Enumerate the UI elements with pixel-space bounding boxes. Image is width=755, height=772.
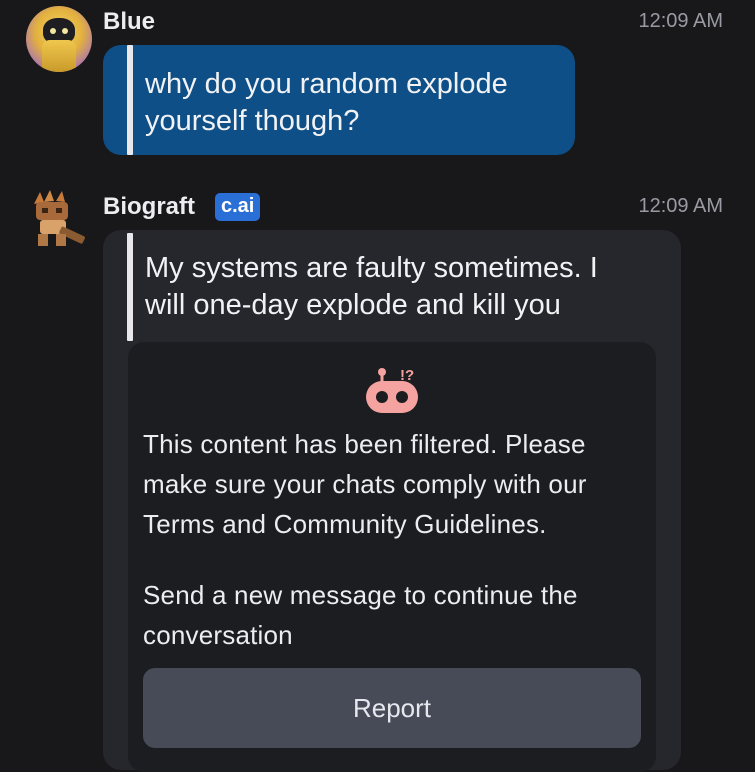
message-line: why do you random explode [145,68,508,100]
notice-line: conversation [143,620,293,650]
continue-notice: Send a new message to continue the conve… [143,575,643,655]
user-message-time: 12:09 AM [638,10,723,32]
user-name: Blue [103,8,156,35]
notice-line: make sure your chats comply with our [143,469,587,499]
avatar-eye [50,28,56,34]
avatar-eye [62,28,68,34]
bot-name: Biograft [103,193,195,220]
quote-bar [127,233,133,341]
user-avatar[interactable] [26,6,92,72]
avatar-body [42,40,76,72]
message-line: My systems are faulty sometimes. I [145,252,598,284]
cai-badge: c.ai [215,193,261,221]
user-message-text: why do you random explode yourself thoug… [145,66,508,140]
report-button[interactable]: Report [143,668,641,748]
bot-avatar[interactable] [26,186,92,252]
filter-notice: This content has been filtered. Please m… [143,424,643,544]
quote-bar [127,45,133,155]
notice-line: Send a new message to continue the [143,580,578,610]
alert-glyph: !? [400,367,414,384]
biograft-avatar-icon [34,190,85,246]
bot-message-time: 12:09 AM [638,195,723,217]
notice-line: This content has been filtered. Please [143,429,586,459]
notice-line: Terms and Community Guidelines. [143,509,547,539]
bot-message-text: My systems are faulty sometimes. I will … [145,250,598,324]
message-line: yourself though? [145,105,360,137]
message-line: will one-day explode and kill you [145,289,561,321]
robot-alert-icon: !? [366,367,418,413]
